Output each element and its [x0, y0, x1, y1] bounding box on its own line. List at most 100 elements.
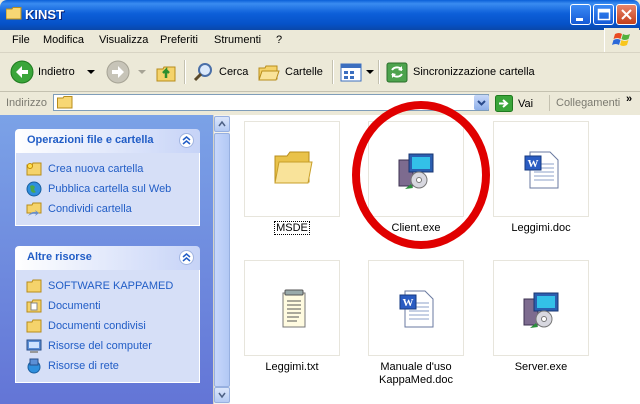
- links-label: Collegamenti: [556, 97, 621, 109]
- address-bar: Indirizzo Vai Collegamenti »: [0, 92, 640, 114]
- shared-folder-icon: [26, 319, 42, 333]
- folder-icon: [26, 279, 42, 293]
- place-label: Documenti: [48, 300, 101, 312]
- file-tile-leggimi-txt[interactable]: [244, 260, 340, 356]
- search-label: Cerca: [219, 66, 249, 78]
- task-label: Pubblica cartella sul Web: [48, 183, 172, 195]
- go-button[interactable]: Vai: [495, 95, 533, 112]
- task-share-folder[interactable]: Condividi cartella: [16, 199, 199, 219]
- file-view: MSDE Client.exe W Leggimi.doc Leggimi.tx…: [230, 115, 640, 404]
- other-places-list: SOFTWARE KAPPAMED Documenti Documenti co…: [15, 270, 200, 383]
- views-icon: [340, 63, 362, 82]
- task-publish-web[interactable]: Pubblica cartella sul Web: [16, 179, 199, 199]
- folders-icon: [258, 65, 280, 81]
- chevron-up-icon: [182, 253, 191, 262]
- place-documenti[interactable]: Documenti: [16, 296, 199, 316]
- other-places-header[interactable]: Altre risorse: [15, 246, 200, 270]
- svg-text:W: W: [403, 297, 414, 309]
- folder-icon: [274, 151, 313, 184]
- dropdown-arrow-icon[interactable]: [85, 68, 97, 76]
- folders-label: Cartelle: [285, 66, 323, 78]
- word-document-icon: W: [399, 290, 434, 328]
- chevron-right-icon[interactable]: »: [626, 93, 632, 105]
- file-tile-manuale-doc[interactable]: W: [368, 260, 464, 356]
- task-label: Condividi cartella: [48, 203, 132, 215]
- title-bar[interactable]: KINST: [0, 0, 640, 30]
- new-folder-icon: [26, 162, 42, 176]
- place-label: SOFTWARE KAPPAMED: [48, 280, 174, 292]
- file-tasks-header[interactable]: Operazioni file e cartella: [15, 129, 200, 153]
- computer-icon: [26, 339, 42, 353]
- network-icon: [27, 358, 41, 374]
- go-label: Vai: [518, 97, 534, 110]
- folders-button[interactable]: Cartelle: [257, 59, 323, 85]
- up-folder-button[interactable]: [154, 59, 178, 85]
- place-label: Risorse di rete: [48, 360, 119, 372]
- folder-icon: [57, 96, 73, 109]
- minimize-button[interactable]: [570, 4, 591, 25]
- minimize-icon: [576, 18, 583, 21]
- file-name[interactable]: Leggimi.doc: [486, 222, 596, 235]
- file-tasks-panel: Operazioni file e cartella Crea nuova ca…: [15, 129, 200, 226]
- share-folder-icon: [26, 202, 42, 216]
- file-tile-msde[interactable]: [244, 121, 340, 217]
- file-tasks-list: Crea nuova cartella Pubblica cartella su…: [15, 153, 200, 226]
- menu-visualizza[interactable]: Visualizza: [99, 34, 148, 46]
- menu-preferiti[interactable]: Preferiti: [160, 34, 198, 46]
- svg-text:W: W: [528, 158, 539, 170]
- other-places-title: Altre risorse: [27, 251, 92, 263]
- views-button[interactable]: [339, 59, 375, 85]
- collapse-button[interactable]: [179, 133, 194, 148]
- address-input[interactable]: [53, 94, 489, 111]
- close-icon: [621, 9, 632, 20]
- other-places-panel: Altre risorse SOFTWARE KAPPAMED Document…: [15, 246, 200, 383]
- forward-button[interactable]: [106, 59, 148, 85]
- back-label: Indietro: [38, 66, 75, 78]
- task-new-folder[interactable]: Crea nuova cartella: [16, 159, 199, 179]
- maximize-icon: [597, 8, 611, 21]
- search-button[interactable]: Cerca: [191, 59, 248, 85]
- file-name[interactable]: Manuale d'uso KappaMed.doc: [361, 361, 471, 387]
- menu-strumenti[interactable]: Strumenti: [214, 34, 261, 46]
- file-name[interactable]: MSDE: [237, 221, 347, 235]
- place-documenti-condivisi[interactable]: Documenti condivisi: [16, 316, 199, 336]
- window-title: KINST: [25, 7, 64, 22]
- installer-icon: [523, 292, 559, 328]
- place-risorse-computer[interactable]: Risorse del computer: [16, 336, 199, 356]
- file-name[interactable]: Leggimi.txt: [237, 361, 347, 374]
- close-button[interactable]: [616, 4, 637, 25]
- dropdown-arrow-icon[interactable]: [365, 68, 375, 76]
- forward-arrow-icon: [106, 60, 130, 84]
- globe-icon: [26, 181, 42, 197]
- back-button[interactable]: Indietro: [10, 59, 97, 85]
- place-risorse-rete[interactable]: Risorse di rete: [16, 356, 199, 376]
- collapse-button[interactable]: [179, 250, 194, 265]
- scroll-thumb[interactable]: [214, 133, 230, 387]
- sync-button[interactable]: Sincronizzazione cartella: [385, 59, 535, 85]
- place-label: Risorse del computer: [48, 340, 152, 352]
- file-tile-server-exe[interactable]: [493, 260, 589, 356]
- file-tasks-title: Operazioni file e cartella: [27, 134, 154, 146]
- scroll-up-button[interactable]: [214, 116, 230, 132]
- chevron-up-icon: [218, 120, 226, 127]
- file-name[interactable]: Client.exe: [361, 222, 471, 235]
- menu-help[interactable]: ?: [276, 34, 282, 46]
- menu-file[interactable]: File: [12, 34, 30, 46]
- sync-label: Sincronizzazione cartella: [413, 66, 535, 78]
- file-name[interactable]: Server.exe: [486, 361, 596, 374]
- file-tile-client-exe[interactable]: [368, 121, 464, 217]
- back-arrow-icon: [10, 60, 34, 84]
- address-dropdown-button[interactable]: [474, 95, 489, 110]
- place-label: Documenti condivisi: [48, 320, 146, 332]
- links-button[interactable]: Collegamenti: [549, 95, 620, 111]
- toolbar: Indietro Cerca Cartelle Sincronizzazione…: [0, 53, 640, 92]
- maximize-button[interactable]: [593, 4, 614, 25]
- menu-modifica[interactable]: Modifica: [43, 34, 84, 46]
- task-pane: Operazioni file e cartella Crea nuova ca…: [0, 115, 230, 404]
- toolbar-separator: [184, 60, 186, 84]
- place-software-kappamed[interactable]: SOFTWARE KAPPAMED: [16, 276, 199, 296]
- file-tile-leggimi-doc[interactable]: W: [493, 121, 589, 217]
- chevron-down-icon: [218, 392, 226, 399]
- scroll-down-button[interactable]: [214, 387, 230, 403]
- dropdown-arrow-icon: [138, 70, 146, 74]
